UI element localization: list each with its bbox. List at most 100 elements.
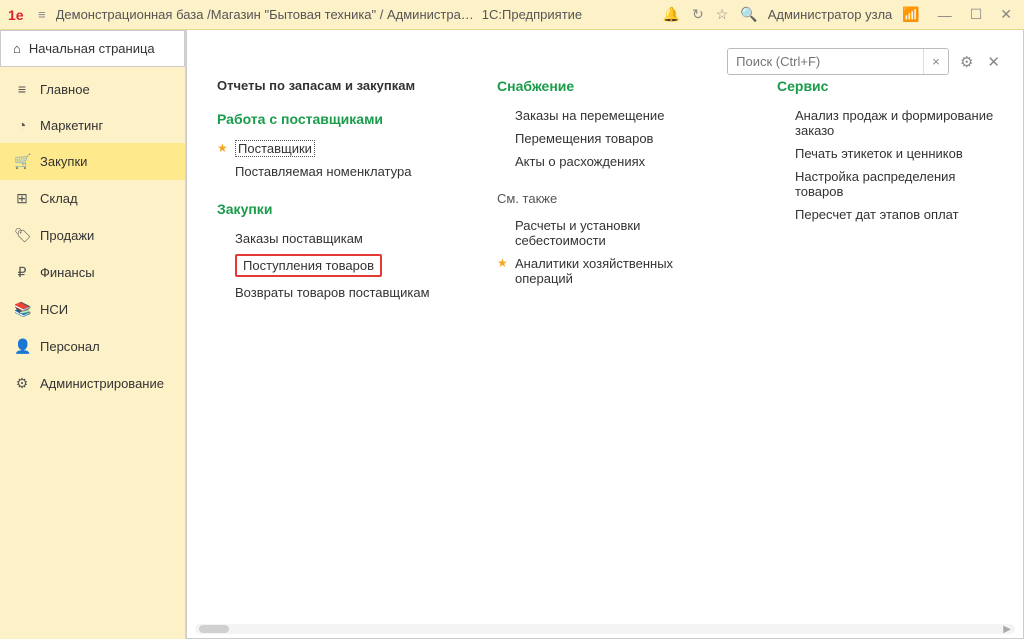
link[interactable]: Поставщики — [235, 140, 315, 157]
maximize-button[interactable]: ☐ — [966, 6, 987, 23]
list-item: Заказы поставщикам — [217, 227, 447, 250]
list-item: Расчеты и установки себестоимости — [497, 214, 727, 252]
window-title: Демонстрационная база /Магазин "Бытовая … — [56, 7, 474, 22]
link[interactable]: Пересчет дат этапов оплат — [795, 207, 959, 222]
app-name: 1С:Предприятие — [482, 7, 582, 22]
scroll-right-arrow[interactable]: ▶ — [1003, 624, 1011, 635]
search-clear-button[interactable]: × — [923, 49, 948, 74]
nav-label: Персонал — [40, 339, 100, 354]
column-2: Снабжение Заказы на перемещение Перемещен… — [497, 78, 727, 628]
close-button[interactable]: ✕ — [996, 6, 1016, 23]
supply-list: Заказы на перемещение Перемещения товаров… — [497, 104, 727, 173]
nav-icon: ₽ — [14, 264, 30, 281]
search-icon[interactable]: 🔍 — [740, 6, 757, 23]
link[interactable]: Заказы поставщикам — [235, 231, 363, 246]
link[interactable]: Аналитики хозяйственных операций — [515, 256, 673, 286]
purchases-heading: Закупки — [217, 201, 447, 217]
star-icon: ★ — [217, 141, 228, 155]
search-field-wrap: × — [727, 48, 949, 75]
nav-label: Финансы — [40, 265, 95, 280]
star-icon[interactable]: ☆ — [716, 6, 729, 23]
minimize-button[interactable]: — — [934, 7, 956, 23]
sidebar-item-0[interactable]: ≡ Главное — [0, 71, 185, 107]
sidebar-item-6[interactable]: 📚НСИ — [0, 291, 185, 328]
main-panel: × ⚙ ✕ Отчеты по запасам и закупкам Работ… — [186, 30, 1024, 639]
username-label[interactable]: Администратор узла — [768, 7, 893, 22]
see-also-label: См. также — [497, 191, 727, 206]
sidebar-item-4[interactable]: 🏷Продажи — [0, 217, 185, 254]
column-3: Сервис Анализ продаж и формирование зака… — [777, 78, 1007, 628]
nav-icon: 🛒 — [14, 153, 30, 170]
link[interactable]: Акты о расхождениях — [515, 154, 645, 169]
nav-label: Склад — [40, 191, 78, 206]
nav-icon: ◔ — [14, 117, 30, 133]
nav-icon: ⚙ — [14, 375, 30, 392]
link[interactable]: Поступления товаров — [235, 258, 382, 273]
sidebar-item-1[interactable]: ◔ Маркетинг — [0, 107, 185, 143]
menu-lines-icon[interactable]: 📶 — [902, 6, 919, 23]
list-item: Перемещения товаров — [497, 127, 727, 150]
nav-label: Администрирование — [40, 376, 164, 391]
home-label: Начальная страница — [29, 41, 155, 56]
history-icon[interactable]: ↻ — [692, 6, 704, 23]
suppliers-list: ★ Поставщики Поставляемая номенклатура — [217, 137, 447, 183]
link[interactable]: Перемещения товаров — [515, 131, 653, 146]
sidebar-item-8[interactable]: ⚙ Администрирование — [0, 365, 185, 402]
link[interactable]: Заказы на перемещение — [515, 108, 664, 123]
close-panel-icon[interactable]: ✕ — [984, 53, 1003, 71]
home-link[interactable]: ⌂ Начальная страница — [0, 30, 185, 67]
list-item: Пересчет дат этапов оплат — [777, 203, 1007, 226]
link[interactable]: Настройка распределения товаров — [795, 169, 955, 199]
menu-icon[interactable]: ≡ — [38, 7, 46, 22]
gear-icon[interactable]: ⚙ — [957, 53, 976, 71]
window-controls: — ☐ ✕ — [934, 6, 1016, 23]
nav-icon: 👤 — [14, 338, 30, 355]
nav-icon: ≡ — [14, 81, 30, 97]
search-input[interactable] — [728, 49, 923, 74]
nav-icon: 🏷 — [14, 227, 30, 244]
link[interactable]: Расчеты и установки себестоимости — [515, 218, 640, 248]
nav-label: Закупки — [40, 154, 87, 169]
nav-label: Главное — [40, 82, 90, 97]
purchases-list: Заказы поставщикам Поступления товаров Воз… — [217, 227, 447, 304]
nav-icon: ⊞ — [14, 190, 30, 207]
reports-title[interactable]: Отчеты по запасам и закупкам — [217, 78, 447, 93]
list-item: ★ Поставщики — [217, 137, 447, 160]
link[interactable]: Поставляемая номенклатура — [235, 164, 411, 179]
list-item: Возвраты товаров поставщикам — [217, 281, 447, 304]
sidebar-item-2[interactable]: 🛒 Закупки — [0, 143, 185, 180]
column-1: Отчеты по запасам и закупкам Работа с по… — [217, 78, 447, 628]
list-item: Поступления товаров — [217, 250, 447, 281]
supply-heading: Снабжение — [497, 78, 727, 94]
sidebar-item-7[interactable]: 👤 Персонал — [0, 328, 185, 365]
svg-text:1e: 1e — [8, 7, 24, 23]
see-also-list: Расчеты и установки себестоимости ★ Аналит… — [497, 214, 727, 290]
list-item: Поставляемая номенклатура — [217, 160, 447, 183]
sidebar: ⌂ Начальная страница ≡ Главное ◔ Маркетинг 🛒… — [0, 30, 186, 639]
nav-list: ≡ Главное ◔ Маркетинг 🛒 Закупки ⊞ Склад 🏷Продажи… — [0, 67, 185, 402]
link[interactable]: Печать этикеток и ценников — [795, 146, 963, 161]
panel-toolbar: × ⚙ ✕ — [727, 48, 1003, 75]
list-item: Анализ продаж и формирование заказо — [777, 104, 1007, 142]
service-heading: Сервис — [777, 78, 1007, 94]
bell-icon[interactable]: 🔔 — [663, 6, 680, 23]
horizontal-scrollbar[interactable]: ▶ — [195, 624, 1015, 634]
link[interactable]: Анализ продаж и формирование заказо — [795, 108, 993, 138]
sidebar-item-5[interactable]: ₽ Финансы — [0, 254, 185, 291]
list-item: ★ Аналитики хозяйственных операций — [497, 252, 727, 290]
list-item: Заказы на перемещение — [497, 104, 727, 127]
nav-label: Маркетинг — [40, 118, 103, 133]
title-bar: 1e ≡ Демонстрационная база /Магазин "Быт… — [0, 0, 1024, 30]
list-item: Акты о расхождениях — [497, 150, 727, 173]
content-area: Отчеты по запасам и закупкам Работа с по… — [187, 30, 1023, 638]
scroll-thumb[interactable] — [199, 625, 229, 633]
list-item: Печать этикеток и ценников — [777, 142, 1007, 165]
link[interactable]: Возвраты товаров поставщикам — [235, 285, 430, 300]
nav-icon: 📚 — [14, 301, 30, 318]
star-icon: ★ — [497, 256, 508, 270]
app-logo: 1e — [8, 7, 32, 23]
suppliers-heading: Работа с поставщиками — [217, 111, 447, 127]
list-item: Настройка распределения товаров — [777, 165, 1007, 203]
sidebar-item-3[interactable]: ⊞ Склад — [0, 180, 185, 217]
home-icon: ⌂ — [13, 41, 21, 56]
